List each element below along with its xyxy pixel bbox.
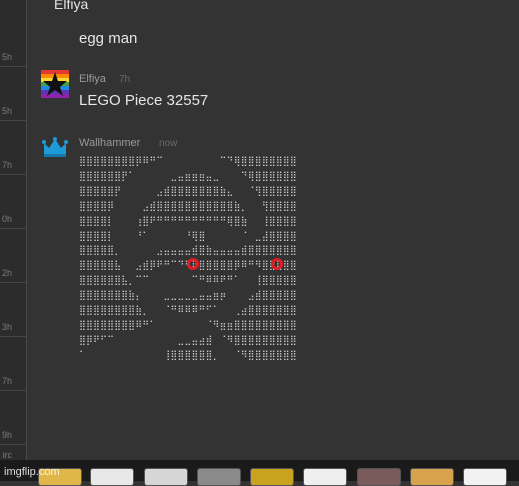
left-timestamp: irc <box>2 450 13 460</box>
meme-thumbnail[interactable] <box>463 468 507 486</box>
left-row[interactable]: irc <box>0 444 26 460</box>
left-row[interactable]: 9h <box>0 390 26 445</box>
left-row[interactable]: 5h <box>0 12 26 67</box>
left-row[interactable]: 5h <box>0 66 26 121</box>
left-timestamp: 0h <box>1 214 12 224</box>
left-timestamp: 2h <box>1 268 12 278</box>
left-row[interactable]: 0h <box>0 174 26 229</box>
left-timestamp: 5h <box>1 106 12 116</box>
red-eye-icon <box>187 258 199 270</box>
meme-thumbnail[interactable] <box>303 468 347 486</box>
meme-thumbnail[interactable] <box>197 468 241 486</box>
message-text: LEGO Piece 32557 <box>79 92 209 109</box>
left-timeline-column: 5h 5h 7h 0h 2h 3h 7h 9h irc <box>0 0 27 460</box>
meme-thumbnail[interactable] <box>144 468 188 486</box>
message-author[interactable]: Elfiya <box>54 0 88 12</box>
left-row[interactable]: 3h <box>0 282 26 337</box>
meme-thumbnail[interactable] <box>90 468 134 486</box>
watermark: imgflip.com <box>4 466 60 478</box>
message-author[interactable]: Elfiya <box>79 73 106 85</box>
red-eye-icon <box>271 258 283 270</box>
meme-thumbnail[interactable] <box>357 468 401 486</box>
left-timestamp: 7h <box>1 160 12 170</box>
rainbow-star-icon[interactable] <box>41 70 69 98</box>
message-timestamp: now <box>159 138 178 149</box>
left-timestamp: 7h <box>1 376 12 386</box>
message-timestamp: 7h <box>119 74 131 85</box>
meme-thumbnail[interactable] <box>250 468 294 486</box>
left-timestamp: 3h <box>1 322 12 332</box>
crown-icon[interactable] <box>42 136 68 158</box>
left-row[interactable]: 7h <box>0 336 26 391</box>
left-row[interactable]: 7h <box>0 120 26 175</box>
message-text: egg man <box>79 30 138 47</box>
left-timestamp: 9h <box>1 430 12 440</box>
left-timestamp: 5h <box>1 52 12 62</box>
message-author[interactable]: Wallhammer <box>79 137 140 149</box>
left-row[interactable]: 2h <box>0 228 26 283</box>
meme-thumbnail[interactable] <box>410 468 454 486</box>
